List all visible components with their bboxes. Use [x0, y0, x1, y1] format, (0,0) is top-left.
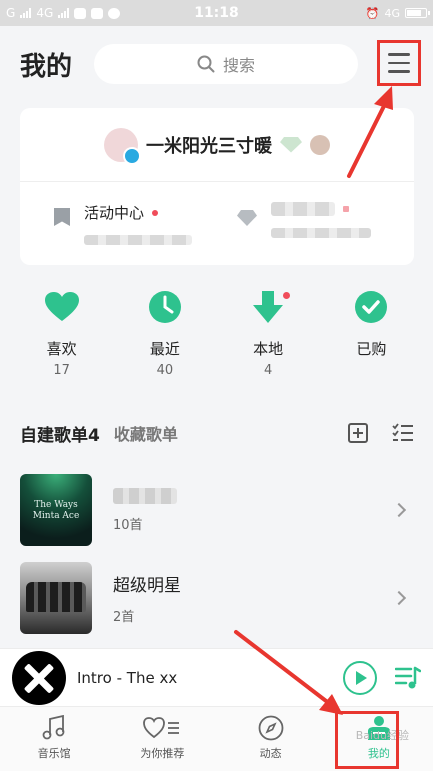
quick-local-label: 本地 [253, 340, 284, 358]
username[interactable]: 一米阳光三寸暖 [146, 132, 272, 158]
chevron-right-icon [391, 590, 407, 606]
clock-icon [148, 290, 182, 324]
nav-label: 音乐馆 [37, 747, 71, 760]
quick-like-label: 喜欢 [46, 340, 77, 358]
cover-text: The Ways Minta Ace [32, 500, 80, 521]
playlist-tabs: 自建歌单4 收藏歌单 [20, 420, 414, 446]
quick-like[interactable]: 喜欢 17 [22, 290, 102, 390]
play-button[interactable] [343, 660, 377, 695]
page-header: 我的 搜索 [0, 26, 433, 102]
compass-icon [258, 715, 284, 741]
mini-player[interactable]: Intro - The xx [0, 648, 433, 706]
play-icon [356, 670, 367, 685]
profile-card: 一米阳光三寸暖 活动中心 [20, 108, 414, 265]
chevron-right-icon [391, 502, 407, 518]
nav-label: 为你推荐 [140, 747, 185, 760]
avatar[interactable] [104, 127, 141, 165]
quick-recent-count: 40 [156, 363, 174, 378]
nav-mine[interactable]: 我的 [325, 707, 433, 771]
playlist-row[interactable]: The Ways Minta Ace 10首 [20, 474, 414, 546]
nav-recommend[interactable]: 为你推荐 [108, 707, 216, 771]
red-dot-badge [283, 292, 291, 299]
quick-local[interactable]: 本地 4 [228, 290, 308, 390]
nav-music-hall[interactable]: 音乐馆 [0, 707, 108, 771]
hamburger-icon-line [388, 70, 410, 73]
quick-like-count: 17 [53, 363, 70, 378]
playlist-name-blurred [113, 487, 177, 504]
tab-collected-playlists[interactable]: 收藏歌单 [114, 421, 178, 445]
page-title: 我的 [20, 51, 73, 82]
tab-created-playlists[interactable]: 自建歌单4 [20, 421, 100, 446]
vip-title-row [271, 202, 371, 216]
quick-local-count: 4 [263, 363, 273, 378]
search-icon [197, 55, 215, 73]
info-row: 活动中心 [20, 182, 414, 264]
activity-title-row: 活动中心 [84, 202, 192, 223]
quick-access: 喜欢 17 最近 40 本地 4 已购 [0, 290, 433, 390]
signal-icon [20, 8, 32, 18]
quick-purchased[interactable]: 已购 [331, 290, 411, 390]
music-note-icon [42, 715, 65, 740]
playlist-cover: The Ways Minta Ace [20, 474, 92, 546]
app-icon [91, 7, 104, 19]
quick-purchased-label: 已购 [356, 340, 387, 358]
profile-row[interactable]: 一米阳光三寸暖 [20, 108, 414, 182]
diamond-icon [237, 210, 257, 226]
battery-icon [405, 8, 430, 18]
search-bar[interactable]: 搜索 [94, 44, 358, 84]
diamond-badge-icon[interactable] [280, 136, 302, 153]
red-dot-badge [152, 209, 159, 216]
profile-icon [367, 716, 390, 740]
nav-label: 动态 [259, 747, 282, 760]
queue-icon [395, 666, 421, 688]
status-right: ⏰ 4G [365, 6, 430, 20]
playlist-row[interactable]: 超级明星 2首 [20, 562, 414, 634]
quick-recent-label: 最近 [149, 340, 180, 358]
hamburger-icon-line [388, 53, 410, 56]
add-playlist-icon[interactable] [348, 423, 368, 443]
vip-badge [343, 206, 349, 212]
playlist-count: 10首 [113, 517, 143, 533]
vip-title-blurred [271, 202, 335, 216]
playlist-queue-button[interactable] [395, 665, 421, 691]
carrier-text: G [6, 6, 16, 20]
search-placeholder: 搜索 [222, 56, 255, 75]
activity-subtitle-blurred [84, 235, 192, 245]
playlist-info: 超级明星 2首 [113, 571, 394, 625]
activity-title: 活动中心 [84, 204, 145, 222]
network-left: 4G [36, 6, 54, 20]
quick-recent[interactable]: 最近 40 [125, 290, 205, 390]
activity-center[interactable]: 活动中心 [20, 182, 217, 264]
download-icon [251, 290, 285, 324]
bookmark-icon [54, 208, 70, 226]
playlist-info: 10首 [113, 487, 394, 533]
bottom-nav: 音乐馆 为你推荐 动态 我的 [0, 706, 433, 771]
manage-list-icon[interactable] [392, 423, 414, 443]
nav-feed[interactable]: 动态 [217, 707, 325, 771]
status-left: G 4G [6, 6, 121, 20]
vip-subtitle-blurred [271, 228, 371, 238]
playlist-tools [348, 423, 414, 443]
signal-icon-2 [58, 8, 70, 18]
now-playing-title[interactable]: Intro - The xx [77, 669, 177, 687]
playlist-count: 2首 [113, 610, 135, 625]
message-icon [74, 7, 87, 19]
alarm-icon: ⏰ [365, 6, 380, 20]
nav-label: 我的 [367, 747, 390, 760]
vip-center[interactable] [217, 182, 414, 264]
menu-button[interactable] [377, 40, 421, 86]
check-icon [354, 290, 388, 324]
heart-icon [44, 290, 79, 324]
playlist-cover [20, 562, 92, 634]
playlist-name: 超级明星 [113, 576, 181, 596]
network-right: 4G [384, 6, 400, 20]
hamburger-icon-line [388, 61, 410, 65]
pet-badge-icon[interactable] [310, 134, 330, 155]
status-bar: G 4G 11:18 ⏰ 4G [0, 0, 433, 26]
vip-text [271, 202, 371, 238]
heart-list-icon [143, 717, 180, 739]
activity-text: 活动中心 [84, 202, 192, 245]
fire-icon [108, 7, 121, 19]
album-art[interactable] [12, 650, 66, 705]
